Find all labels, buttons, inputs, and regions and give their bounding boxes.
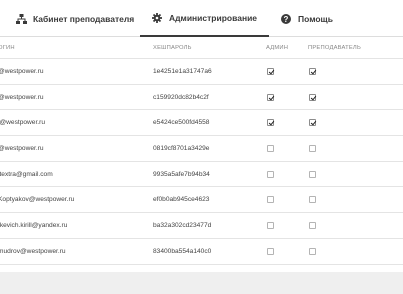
teacher-checkbox[interactable]: [309, 196, 316, 204]
top-tab-bar: Кабинет преподавателя Администрирование …: [0, 0, 403, 37]
admin-checkbox[interactable]: [267, 93, 274, 101]
teacher-cell: [308, 85, 388, 110]
table-row[interactable]: @westpower.ru 1e4251e1a31747a6: [0, 59, 403, 85]
password-hash-cell: e5424ce500fd4558: [153, 119, 210, 127]
admin-checkbox[interactable]: [267, 247, 274, 255]
tab-administration[interactable]: Администрирование: [140, 0, 270, 37]
tab-label: Помощь: [298, 13, 333, 24]
header-teacher[interactable]: ПРЕПОДАВАТЕЛЬ: [308, 37, 388, 58]
svg-text:?: ?: [284, 14, 289, 23]
admin-checkbox[interactable]: [267, 221, 274, 229]
gear-icon: [152, 12, 162, 23]
login-cell: ltextra@gmail.com: [0, 170, 53, 178]
admin-cell: [266, 136, 306, 161]
table-row[interactable]: l@westpower.ru e5424ce500fd4558: [0, 110, 403, 137]
users-table: ОГИН ХЕШПАРОЛЬ АДМИН ПРЕПОДАВАТЕЛЬ @west…: [0, 37, 403, 265]
password-hash-cell: ef0b0ab945ce4623: [153, 196, 210, 204]
password-hash-cell: 83400ba554a140c0: [153, 247, 212, 255]
header-admin[interactable]: АДМИН: [266, 37, 306, 58]
teacher-cell: [308, 162, 388, 187]
teacher-checkbox[interactable]: [309, 144, 316, 152]
admin-cell: [266, 213, 306, 238]
tab-teacher-cabinet[interactable]: Кабинет преподавателя: [16, 0, 134, 37]
admin-checkbox[interactable]: [267, 67, 274, 75]
teacher-cell: [308, 239, 388, 264]
login-cell: @westpower.ru: [0, 144, 44, 152]
sitemap-icon: [16, 13, 27, 24]
admin-checkbox[interactable]: [267, 119, 274, 127]
header-login[interactable]: ОГИН: [0, 37, 148, 58]
table-row[interactable]: @westpower.ru c159920dc82b4c2f: [0, 85, 403, 111]
tab-help[interactable]: ? Помощь: [281, 0, 333, 37]
teacher-checkbox[interactable]: [309, 247, 316, 255]
admin-checkbox[interactable]: [267, 196, 274, 204]
table-row[interactable]: tkevich.kirill@yandex.ru ba32a302cd23477d: [0, 213, 403, 239]
question-circle-icon: ?: [281, 13, 291, 24]
teacher-cell: [308, 213, 388, 238]
teacher-checkbox[interactable]: [309, 221, 316, 229]
password-hash-cell: c159920dc82b4c2f: [153, 93, 209, 101]
login-cell: Koptyakov@westpower.ru: [0, 196, 75, 204]
admin-cell: [266, 239, 306, 264]
teacher-checkbox[interactable]: [309, 170, 316, 178]
header-hash[interactable]: ХЕШПАРОЛЬ: [153, 37, 263, 58]
login-cell: mudrov@westpower.ru: [0, 247, 66, 255]
teacher-cell: [308, 59, 388, 84]
login-cell: tkevich.kirill@yandex.ru: [0, 221, 68, 229]
admin-checkbox[interactable]: [267, 170, 274, 178]
teacher-checkbox[interactable]: [309, 119, 316, 127]
login-cell: l@westpower.ru: [0, 119, 46, 127]
table-row[interactable]: @westpower.ru 0819cf8701a3429e: [0, 136, 403, 162]
teacher-cell: [308, 110, 388, 135]
admin-cell: [266, 85, 306, 110]
tab-label: Администрирование: [169, 12, 258, 23]
table-header: ОГИН ХЕШПАРОЛЬ АДМИН ПРЕПОДАВАТЕЛЬ: [0, 37, 403, 59]
admin-cell: [266, 162, 306, 187]
table-footer: [0, 272, 403, 294]
table-row[interactable]: ltextra@gmail.com 9935a5afe7b94b34: [0, 162, 403, 188]
password-hash-cell: 9935a5afe7b94b34: [153, 170, 210, 178]
admin-cell: [266, 110, 306, 135]
table-row[interactable]: Koptyakov@westpower.ru ef0b0ab945ce4623: [0, 187, 403, 214]
password-hash-cell: ba32a302cd23477d: [153, 221, 212, 229]
teacher-cell: [308, 136, 388, 161]
teacher-checkbox[interactable]: [309, 67, 316, 75]
tab-label: Кабинет преподавателя: [33, 13, 135, 24]
password-hash-cell: 0819cf8701a3429e: [153, 144, 210, 152]
login-cell: @westpower.ru: [0, 93, 44, 101]
table-row[interactable]: mudrov@westpower.ru 83400ba554a140c0: [0, 239, 403, 265]
password-hash-cell: 1e4251e1a31747a6: [153, 67, 212, 75]
admin-cell: [266, 187, 306, 212]
login-cell: @westpower.ru: [0, 67, 44, 75]
teacher-cell: [308, 187, 388, 212]
admin-checkbox[interactable]: [267, 144, 274, 152]
teacher-checkbox[interactable]: [309, 93, 316, 101]
admin-cell: [266, 59, 306, 84]
